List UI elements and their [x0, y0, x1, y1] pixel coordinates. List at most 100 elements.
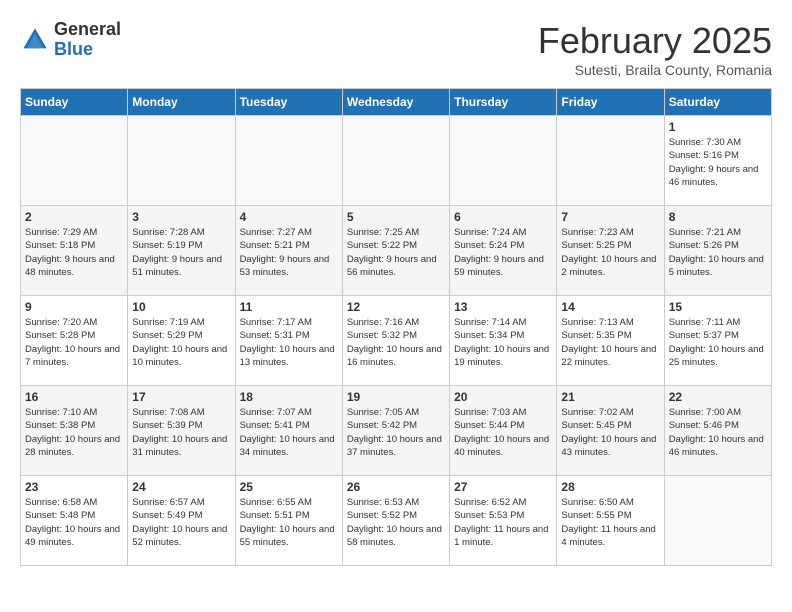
logo-general: General [54, 19, 121, 39]
column-header-saturday: Saturday [664, 89, 771, 116]
calendar-cell [557, 116, 664, 206]
calendar-cell: 24 Sunrise: 6:57 AM Sunset: 5:49 PM Dayli… [128, 476, 235, 566]
day-info: Sunrise: 7:13 AM Sunset: 5:35 PM Dayligh… [561, 316, 659, 369]
day-info: Sunrise: 6:58 AM Sunset: 5:48 PM Dayligh… [25, 496, 123, 549]
day-number: 1 [669, 120, 767, 134]
day-number: 24 [132, 480, 230, 494]
day-number: 14 [561, 300, 659, 314]
day-number: 25 [240, 480, 338, 494]
day-number: 19 [347, 390, 445, 404]
calendar-cell: 18 Sunrise: 7:07 AM Sunset: 5:41 PM Dayli… [235, 386, 342, 476]
logo-text: General Blue [54, 20, 121, 60]
calendar-cell: 25 Sunrise: 6:55 AM Sunset: 5:51 PM Dayli… [235, 476, 342, 566]
calendar-cell: 28 Sunrise: 6:50 AM Sunset: 5:55 PM Dayli… [557, 476, 664, 566]
day-number: 7 [561, 210, 659, 224]
day-number: 21 [561, 390, 659, 404]
day-info: Sunrise: 7:02 AM Sunset: 5:45 PM Dayligh… [561, 406, 659, 459]
logo-blue: Blue [54, 39, 93, 59]
day-number: 13 [454, 300, 552, 314]
day-info: Sunrise: 7:19 AM Sunset: 5:29 PM Dayligh… [132, 316, 230, 369]
day-info: Sunrise: 7:25 AM Sunset: 5:22 PM Dayligh… [347, 226, 445, 279]
calendar-cell: 7Sunrise: 7:23 AM Sunset: 5:25 PM Daylig… [557, 206, 664, 296]
calendar-cell: 23 Sunrise: 6:58 AM Sunset: 5:48 PM Dayli… [21, 476, 128, 566]
day-number: 8 [669, 210, 767, 224]
day-number: 26 [347, 480, 445, 494]
calendar-cell: 15Sunrise: 7:11 AM Sunset: 5:37 PM Dayli… [664, 296, 771, 386]
calendar-cell [21, 116, 128, 206]
day-info: Sunrise: 7:29 AM Sunset: 5:18 PM Dayligh… [25, 226, 123, 279]
calendar-cell: 4 Sunrise: 7:27 AM Sunset: 5:21 PM Daylig… [235, 206, 342, 296]
month-title: February 2025 [538, 20, 772, 62]
day-info: Sunrise: 6:53 AM Sunset: 5:52 PM Dayligh… [347, 496, 445, 549]
day-info: Sunrise: 7:05 AM Sunset: 5:42 PM Dayligh… [347, 406, 445, 459]
calendar-cell: 2 Sunrise: 7:29 AM Sunset: 5:18 PM Daylig… [21, 206, 128, 296]
day-number: 28 [561, 480, 659, 494]
calendar-cell [235, 116, 342, 206]
day-info: Sunrise: 7:14 AM Sunset: 5:34 PM Dayligh… [454, 316, 552, 369]
calendar-cell: 27Sunrise: 6:52 AM Sunset: 5:53 PM Dayli… [450, 476, 557, 566]
day-number: 2 [25, 210, 123, 224]
calendar-cell [664, 476, 771, 566]
calendar-cell: 3 Sunrise: 7:28 AM Sunset: 5:19 PM Daylig… [128, 206, 235, 296]
day-info: Sunrise: 7:11 AM Sunset: 5:37 PM Dayligh… [669, 316, 767, 369]
day-number: 20 [454, 390, 552, 404]
day-info: Sunrise: 6:55 AM Sunset: 5:51 PM Dayligh… [240, 496, 338, 549]
day-info: Sunrise: 7:07 AM Sunset: 5:41 PM Dayligh… [240, 406, 338, 459]
calendar-cell: 14 Sunrise: 7:13 AM Sunset: 5:35 PM Dayli… [557, 296, 664, 386]
header: General Blue February 2025 Sutesti, Brai… [20, 20, 772, 78]
column-header-sunday: Sunday [21, 89, 128, 116]
day-number: 22 [669, 390, 767, 404]
calendar-cell: 17 Sunrise: 7:08 AM Sunset: 5:39 PM Dayli… [128, 386, 235, 476]
day-number: 9 [25, 300, 123, 314]
day-info: Sunrise: 7:00 AM Sunset: 5:46 PM Dayligh… [669, 406, 767, 459]
calendar-cell: 1 Sunrise: 7:30 AM Sunset: 5:16 PM Daylig… [664, 116, 771, 206]
day-info: Sunrise: 6:57 AM Sunset: 5:49 PM Dayligh… [132, 496, 230, 549]
column-header-thursday: Thursday [450, 89, 557, 116]
day-info: Sunrise: 7:16 AM Sunset: 5:32 PM Dayligh… [347, 316, 445, 369]
day-number: 10 [132, 300, 230, 314]
calendar-cell: 16Sunrise: 7:10 AM Sunset: 5:38 PM Dayli… [21, 386, 128, 476]
calendar-cell: 12 Sunrise: 7:16 AM Sunset: 5:32 PM Dayli… [342, 296, 449, 386]
column-header-monday: Monday [128, 89, 235, 116]
calendar-cell [450, 116, 557, 206]
calendar-cell: 22 Sunrise: 7:00 AM Sunset: 5:46 PM Dayli… [664, 386, 771, 476]
day-info: Sunrise: 6:50 AM Sunset: 5:55 PM Dayligh… [561, 496, 659, 549]
day-number: 3 [132, 210, 230, 224]
day-info: Sunrise: 7:28 AM Sunset: 5:19 PM Dayligh… [132, 226, 230, 279]
calendar-cell: 11 Sunrise: 7:17 AM Sunset: 5:31 PM Dayli… [235, 296, 342, 386]
logo-icon [20, 25, 50, 55]
calendar-cell [128, 116, 235, 206]
day-info: Sunrise: 7:24 AM Sunset: 5:24 PM Dayligh… [454, 226, 552, 279]
calendar-cell: 9 Sunrise: 7:20 AM Sunset: 5:28 PM Daylig… [21, 296, 128, 386]
column-header-friday: Friday [557, 89, 664, 116]
day-number: 23 [25, 480, 123, 494]
calendar-table: SundayMondayTuesdayWednesdayThursdayFrid… [20, 88, 772, 566]
day-number: 4 [240, 210, 338, 224]
day-number: 18 [240, 390, 338, 404]
day-info: Sunrise: 7:03 AM Sunset: 5:44 PM Dayligh… [454, 406, 552, 459]
day-number: 17 [132, 390, 230, 404]
calendar-cell: 19 Sunrise: 7:05 AM Sunset: 5:42 PM Dayli… [342, 386, 449, 476]
calendar-cell: 8 Sunrise: 7:21 AM Sunset: 5:26 PM Daylig… [664, 206, 771, 296]
day-info: Sunrise: 7:30 AM Sunset: 5:16 PM Dayligh… [669, 136, 767, 189]
column-header-wednesday: Wednesday [342, 89, 449, 116]
day-number: 11 [240, 300, 338, 314]
day-number: 16 [25, 390, 123, 404]
calendar-cell: 20 Sunrise: 7:03 AM Sunset: 5:44 PM Dayli… [450, 386, 557, 476]
calendar-cell [342, 116, 449, 206]
day-number: 6 [454, 210, 552, 224]
calendar-cell: 13 Sunrise: 7:14 AM Sunset: 5:34 PM Dayli… [450, 296, 557, 386]
day-info: Sunrise: 7:08 AM Sunset: 5:39 PM Dayligh… [132, 406, 230, 459]
calendar-cell: 21 Sunrise: 7:02 AM Sunset: 5:45 PM Dayli… [557, 386, 664, 476]
calendar-cell: 26 Sunrise: 6:53 AM Sunset: 5:52 PM Dayli… [342, 476, 449, 566]
day-info: Sunrise: 6:52 AM Sunset: 5:53 PM Dayligh… [454, 496, 552, 549]
day-info: Sunrise: 7:21 AM Sunset: 5:26 PM Dayligh… [669, 226, 767, 279]
subtitle: Sutesti, Braila County, Romania [538, 62, 772, 78]
day-info: Sunrise: 7:20 AM Sunset: 5:28 PM Dayligh… [25, 316, 123, 369]
calendar-cell: 5 Sunrise: 7:25 AM Sunset: 5:22 PM Daylig… [342, 206, 449, 296]
day-info: Sunrise: 7:27 AM Sunset: 5:21 PM Dayligh… [240, 226, 338, 279]
day-number: 5 [347, 210, 445, 224]
day-info: Sunrise: 7:17 AM Sunset: 5:31 PM Dayligh… [240, 316, 338, 369]
logo: General Blue [20, 20, 121, 60]
day-number: 12 [347, 300, 445, 314]
